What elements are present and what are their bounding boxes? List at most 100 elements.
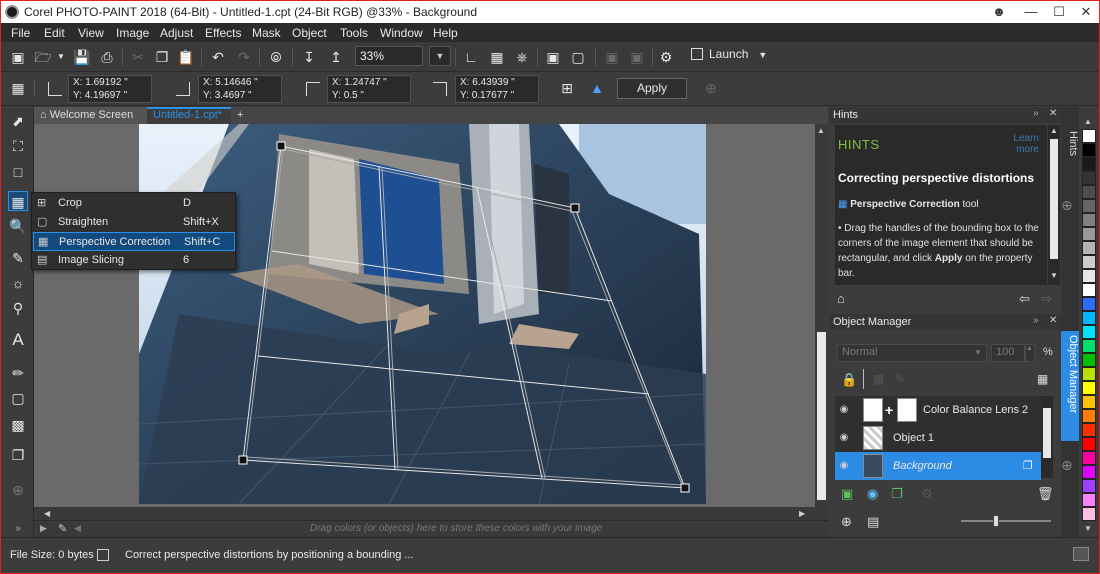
color-swatch[interactable] (1082, 451, 1096, 465)
show-object-marquee-icon[interactable]: ▢ (569, 48, 587, 66)
scrollbar-thumb[interactable] (817, 332, 826, 500)
layers-scrollbar-thumb[interactable] (1043, 408, 1051, 458)
node2-x-value[interactable]: 5.14646 " (215, 77, 257, 88)
menu-edit[interactable]: Edit (44, 26, 65, 40)
color-swatch[interactable] (1082, 507, 1096, 521)
color-swatch[interactable] (1082, 143, 1096, 157)
color-swatch[interactable] (1082, 409, 1096, 423)
menu-effects[interactable]: Effects (205, 26, 241, 40)
grid-options-icon[interactable]: ▦ (9, 79, 27, 97)
color-swatch[interactable] (1082, 311, 1096, 325)
lock-transparency-icon[interactable]: ▦ (873, 372, 884, 386)
color-swatch[interactable] (1082, 367, 1096, 381)
blend-mode-select[interactable]: Normal ▼ (837, 344, 987, 362)
show-rulers-icon[interactable]: ∟ (462, 48, 480, 66)
color-swatch[interactable] (1082, 227, 1096, 241)
layer-row[interactable]: ◉ Object 1 (835, 424, 1041, 452)
mask-marquee-icon[interactable]: ▣ (603, 48, 621, 66)
menu-image[interactable]: Image (116, 26, 149, 40)
import-icon[interactable]: ↧ (300, 48, 318, 66)
open-icon[interactable]: 🗁 (34, 48, 52, 66)
add-docker-icon-2[interactable]: ⊕ (1061, 453, 1079, 473)
open-dropdown-icon[interactable]: ▼ (52, 48, 70, 66)
effects-tool-icon[interactable]: ☼ (8, 273, 28, 293)
properties-crosshair-icon[interactable]: ⊕ (841, 514, 852, 530)
menu-object[interactable]: Object (292, 26, 327, 40)
menu-tools[interactable]: Tools (340, 26, 368, 40)
account-icon[interactable]: ☻ (989, 3, 1009, 21)
eyedropper-icon[interactable]: ✎ (58, 522, 67, 535)
objmgr-close-icon[interactable]: ✕ (1049, 315, 1057, 326)
document-palette-bar[interactable]: ▶ ✎ ◀ Drag colors (or objects) here to s… (34, 520, 828, 537)
color-swatch[interactable] (1082, 213, 1096, 227)
color-swatch[interactable] (1082, 339, 1096, 353)
hints-scrollbar-thumb[interactable] (1050, 139, 1058, 259)
canvas-vertical-scrollbar[interactable]: ▲ (815, 124, 828, 520)
color-swatch[interactable] (1082, 129, 1096, 143)
docker-close-icon[interactable]: ✕ (1049, 108, 1057, 119)
print-icon[interactable]: ⎙ (98, 48, 116, 66)
layers-scrollbar[interactable] (1041, 396, 1053, 478)
perspective-correction-tool-icon[interactable]: ▦ (8, 191, 28, 211)
color-proof-icon[interactable] (1073, 547, 1089, 561)
combine-icon[interactable]: ⚙ (921, 486, 933, 502)
opacity-field[interactable]: 100 (991, 344, 1025, 362)
node2-y-value[interactable]: 3.4697 " (215, 90, 252, 101)
objmgr-collapse-icon[interactable]: » (1033, 315, 1039, 326)
zoom-dropdown-chevron-icon[interactable]: ▼ (429, 46, 451, 66)
opacity-spinner-icon[interactable]: ▲ (1025, 344, 1035, 362)
zoom-level-field[interactable]: 33% (355, 46, 423, 66)
visibility-eye-icon[interactable]: ◉ (838, 460, 850, 472)
copy-icon[interactable]: ❐ (153, 48, 171, 66)
delete-trash-icon[interactable]: 🗑 (1037, 486, 1054, 502)
color-swatch[interactable] (1082, 171, 1096, 185)
tab-hints-vertical[interactable]: Hints (1061, 127, 1079, 179)
menu-adjust[interactable]: Adjust (160, 26, 193, 40)
pick-tool-icon[interactable]: ⬈ (8, 111, 28, 131)
full-screen-preview-icon[interactable]: ▣ (544, 48, 562, 66)
undo-icon[interactable]: ↶ (209, 48, 227, 66)
checkerboard-icon[interactable]: ▦ (1037, 372, 1048, 386)
node3-coordinates[interactable]: X: 1.24747 " Y: 0.5 " (327, 75, 411, 103)
color-swatch[interactable] (1082, 283, 1096, 297)
color-swatch[interactable] (1082, 157, 1096, 171)
paste-icon[interactable]: 📋 (177, 48, 195, 66)
save-icon[interactable]: 💾 (73, 48, 91, 66)
new-lens-icon[interactable]: ◉ (867, 486, 878, 502)
flyout-item-perspective-correction[interactable]: ▦ Perspective Correction Shift+C (33, 232, 235, 251)
red-eye-tool-icon[interactable]: ⚲ (8, 298, 28, 318)
interactive-fill-tool-icon[interactable]: ❐ (8, 445, 28, 465)
toolbox-expand-icon[interactable]: » (8, 519, 28, 539)
scroll-right-icon[interactable]: ▶ (799, 509, 808, 518)
minimize-button[interactable]: — (1021, 3, 1041, 21)
hints-scroll-up-icon[interactable]: ▲ (1050, 126, 1058, 135)
mask-overlay-icon[interactable]: ▣ (628, 48, 646, 66)
node3-y-value[interactable]: 0.5 " (344, 90, 364, 101)
flyout-item-crop[interactable]: ⊞ Crop D (33, 194, 235, 213)
color-swatch[interactable] (1082, 381, 1096, 395)
node1-coordinates[interactable]: X: 1.69192 " Y: 4.19697 " (68, 75, 152, 103)
canvas-horizontal-scrollbar[interactable]: ◀ ▶ (34, 507, 815, 520)
node1-x-value[interactable]: 1.69192 " (85, 77, 127, 88)
zoom-tool-icon[interactable]: 🔍 (8, 216, 28, 236)
rectangle-mask-tool-icon[interactable]: □ (8, 162, 28, 182)
color-swatch[interactable] (1082, 423, 1096, 437)
apply-button[interactable]: Apply (617, 78, 687, 99)
menu-help[interactable]: Help (433, 26, 458, 40)
redo-icon[interactable]: ↷ (235, 48, 253, 66)
color-swatch[interactable] (1082, 255, 1096, 269)
restore-to-checkpoint-icon[interactable]: ⦾ (267, 48, 285, 66)
fill-tool-icon[interactable]: ▩ (8, 415, 28, 435)
docker-collapse-icon[interactable]: » (1033, 108, 1039, 119)
node4-x-value[interactable]: 6.43939 " (472, 77, 514, 88)
create-mask-icon[interactable]: ❐ (891, 486, 903, 502)
tab-untitled-1[interactable]: Untitled-1.cpt* (147, 107, 231, 124)
node2-coordinates[interactable]: X: 5.14646 " Y: 3.4697 " (198, 75, 282, 103)
close-button[interactable]: ✕ (1076, 3, 1096, 21)
scroll-up-icon[interactable]: ▲ (817, 126, 825, 135)
add-tool-icon[interactable]: ⊕ (8, 480, 28, 500)
text-tool-icon[interactable]: A (8, 330, 28, 350)
palette-scroll-up-icon[interactable]: ▲ (1084, 117, 1092, 126)
export-icon[interactable]: ↥ (327, 48, 345, 66)
tab-welcome-screen[interactable]: ⌂ Welcome Screen (34, 107, 147, 124)
